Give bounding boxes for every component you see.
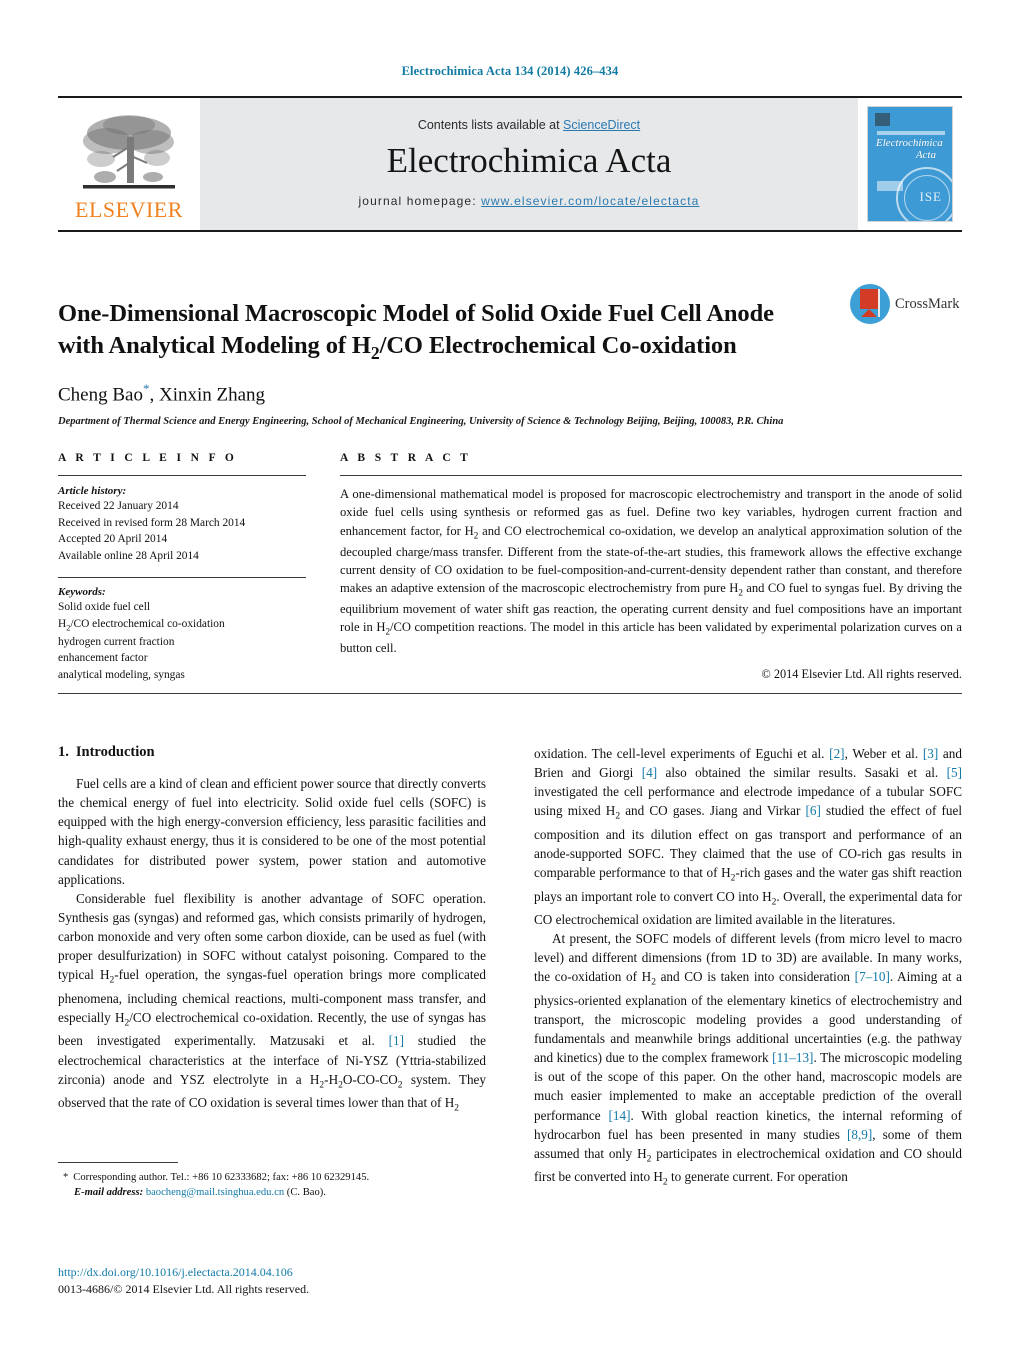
journal-masthead: ELSEVIER Contents lists available at Sci… xyxy=(58,96,962,232)
title-block: CrossMark One-Dimensional Macroscopic Mo… xyxy=(58,282,962,430)
keyword-item: Solid oxide fuel cell xyxy=(58,601,151,614)
cover-seal-text: ISE xyxy=(919,189,942,204)
keyword-item: hydrogen current fraction xyxy=(58,635,175,648)
article-info-column: A R T I C L E I N F O Article history: R… xyxy=(58,452,306,683)
cover-elsevier-icon xyxy=(875,113,890,126)
history-item: Accepted 20 April 2014 xyxy=(58,533,168,546)
abstract-copyright: © 2014 Elsevier Ltd. All rights reserved… xyxy=(761,666,962,681)
contents-available-line: Contents lists available at ScienceDirec… xyxy=(418,118,640,132)
email-link[interactable]: baocheng@mail.tsinghua.edu.cn xyxy=(146,1187,284,1198)
elsevier-wordmark: ELSEVIER xyxy=(75,197,183,222)
keyword-item: H2/CO electrochemical co-oxidation xyxy=(58,617,225,632)
section-number: 1. xyxy=(58,744,69,760)
crossmark-icon xyxy=(850,284,890,324)
article-title-subscript: 2 xyxy=(370,343,380,364)
paragraph: oxidation. The cell-level experiments of… xyxy=(534,746,962,927)
article-title-line2-post: /CO Electrochemical Co-oxidation xyxy=(379,332,737,360)
author-rest: , Xinxin Zhang xyxy=(149,384,266,406)
page-title: One-Dimensional Macroscopic Model of Sol… xyxy=(58,298,848,365)
cover-image: Electrochimica Acta ISE xyxy=(867,106,953,222)
journal-homepage-line: journal homepage: www.elsevier.com/locat… xyxy=(359,194,700,208)
article-title-line2-pre: with Analytical Modeling of H xyxy=(58,332,371,360)
keywords-label: Keywords: xyxy=(58,586,106,599)
crossmark-badge[interactable]: CrossMark xyxy=(850,282,962,326)
paragraph: At present, the SOFC models of different… xyxy=(534,931,962,1188)
body-columns: 1. Introduction Fuel cells are a kind of … xyxy=(58,744,962,1191)
author-list: Cheng Bao*, Xinxin Zhang xyxy=(58,381,962,406)
abstract-heading: A B S T R A C T xyxy=(340,452,472,464)
footnote-corresponding-text: Corresponding author. Tel.: +86 10 62333… xyxy=(73,1172,370,1183)
keyword-item: enhancement factor xyxy=(58,652,148,665)
footnote-star: * xyxy=(63,1172,69,1183)
footnote-contact: * Corresponding author. Tel.: +86 10 6233… xyxy=(58,1170,486,1185)
citation-link[interactable]: [4] xyxy=(642,765,657,780)
journal-homepage-link[interactable]: www.elsevier.com/locate/electacta xyxy=(481,194,699,208)
running-head: Electrochimica Acta 134 (2014) 426–434 xyxy=(401,64,619,78)
keyword-item: analytical modeling, syngas xyxy=(58,668,185,681)
citation-link[interactable]: [3] xyxy=(923,746,938,761)
body-column-right: oxidation. The cell-level experiments of… xyxy=(534,744,962,1191)
footer-doi-block: http://dx.doi.org/10.1016/j.electacta.20… xyxy=(58,1265,578,1297)
paragraph: Considerable fuel flexibility is another… xyxy=(58,890,486,1114)
info-abstract-row: A R T I C L E I N F O Article history: R… xyxy=(58,452,962,683)
paper-page: Electrochimica Acta 134 (2014) 426–434 E… xyxy=(0,0,1020,1351)
footnote-email: E-mail address: baocheng@mail.tsinghua.e… xyxy=(58,1185,486,1200)
journal-cover-thumbnail: Electrochimica Acta ISE xyxy=(858,98,962,230)
citation-link[interactable]: [2] xyxy=(829,746,844,761)
history-item: Received in revised form 28 March 2014 xyxy=(58,516,246,529)
affiliation: Department of Thermal Science and Energy… xyxy=(58,415,784,427)
doi-link[interactable]: http://dx.doi.org/10.1016/j.electacta.20… xyxy=(58,1265,578,1280)
crossmark-label: CrossMark xyxy=(895,295,960,312)
divider xyxy=(58,475,306,476)
elsevier-tree-icon xyxy=(77,111,181,197)
divider xyxy=(58,577,306,579)
body-column-left: 1. Introduction Fuel cells are a kind of … xyxy=(58,744,486,1191)
cover-strapline xyxy=(877,131,945,135)
citation-link[interactable]: [14] xyxy=(608,1108,630,1123)
article-history-label: Article history: xyxy=(58,485,127,497)
citation-link[interactable]: [6] xyxy=(805,803,820,818)
section-title: Introduction xyxy=(75,744,155,760)
cover-title-line1: Electrochimica xyxy=(876,137,943,149)
email-owner: (C. Bao). xyxy=(286,1187,326,1199)
author-first: Cheng Bao xyxy=(58,384,143,406)
issn-copyright-line: 0013-4686/© 2014 Elsevier Ltd. All right… xyxy=(58,1282,310,1296)
journal-title: Electrochimica Acta xyxy=(386,141,672,180)
cover-title-line2: Acta xyxy=(915,148,936,161)
citation-link[interactable]: [8,9] xyxy=(847,1127,872,1142)
article-info-heading: A R T I C L E I N F O xyxy=(58,452,238,464)
email-label: E-mail address: xyxy=(74,1187,144,1199)
footnote-rule xyxy=(58,1162,178,1163)
history-item: Received 22 January 2014 xyxy=(58,500,179,512)
abstract-text: A one-dimensional mathematical model is … xyxy=(340,487,962,656)
sciencedirect-link[interactable]: ScienceDirect xyxy=(563,118,640,132)
corresponding-author-footnote: * Corresponding author. Tel.: +86 10 6233… xyxy=(58,1162,486,1201)
cover-title: Electrochimica Acta xyxy=(876,137,946,161)
abstract-column: A B S T R A C T A one-dimensional mathem… xyxy=(340,452,962,683)
paragraph: Fuel cells are a kind of clean and effic… xyxy=(58,776,486,887)
citation-link[interactable]: [11–13] xyxy=(772,1050,813,1065)
citation-link[interactable]: [7–10] xyxy=(855,969,890,984)
citation-link[interactable]: [5] xyxy=(947,765,962,780)
journal-band: Contents lists available at ScienceDirec… xyxy=(200,98,858,230)
section-divider xyxy=(58,693,962,694)
divider xyxy=(340,475,962,476)
section-heading-introduction: 1. Introduction xyxy=(58,744,486,761)
elsevier-logo: ELSEVIER xyxy=(58,98,200,230)
history-item: Available online 28 April 2014 xyxy=(58,549,199,562)
citation-link[interactable]: [1] xyxy=(389,1033,404,1048)
contents-prefix: Contents lists available at xyxy=(417,118,564,132)
article-title-line1: One-Dimensional Macroscopic Model of Sol… xyxy=(58,300,774,328)
homepage-prefix: journal homepage: xyxy=(358,194,482,208)
